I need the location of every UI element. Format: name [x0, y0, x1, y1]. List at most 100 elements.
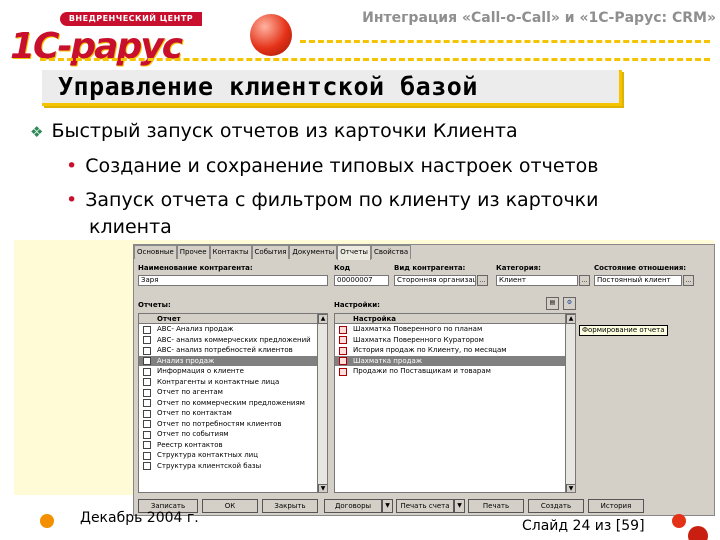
save-setting-icon[interactable]: ▤ — [546, 297, 559, 310]
report-icon — [143, 378, 151, 386]
print-invoice-button[interactable]: Печать счета — [396, 499, 454, 513]
name-label: Наименование контрагента: — [138, 264, 253, 272]
report-row[interactable]: Контрагенты и контактные лица — [139, 377, 327, 388]
report-setting-icon — [339, 357, 347, 365]
status-field[interactable]: Постоянный клиент — [594, 275, 682, 286]
report-icon — [143, 430, 151, 439]
report-row-label: Структура клиентской базы — [157, 461, 262, 470]
name-field[interactable]: Заря — [138, 275, 328, 286]
report-icon — [143, 462, 151, 470]
run-report-tooltip: Формирование отчета — [579, 325, 668, 336]
tab-other[interactable]: Прочее — [176, 245, 210, 259]
report-icon — [143, 441, 151, 449]
close-button[interactable]: Закрыть — [262, 499, 318, 513]
bullet-main: ❖ Быстрый запуск отчетов из карточки Клие… — [30, 120, 518, 142]
report-row-label: Отчет по контактам — [157, 409, 232, 417]
type-label: Вид контрагента: — [394, 264, 466, 272]
run-report-icon[interactable]: ⚙ — [563, 297, 576, 310]
report-row[interactable]: Отчет по событиям — [139, 429, 327, 440]
category-label: Категория: — [496, 264, 541, 272]
setting-row[interactable]: Шахматка Поверенного Куратором — [335, 335, 575, 346]
category-select-button[interactable]: … — [579, 275, 590, 286]
report-icon — [143, 420, 151, 428]
tab-documents[interactable]: Документы — [289, 245, 338, 259]
settings-header: Настройка — [335, 314, 575, 324]
report-setting-icon — [339, 325, 347, 334]
header-divider — [300, 40, 710, 43]
report-row-label: Реестр контактов — [157, 440, 223, 449]
reports-scrollbar[interactable]: ▲ ▼ — [317, 314, 327, 492]
report-row[interactable]: Реестр контактов — [139, 440, 327, 451]
print-invoice-dropdown-icon[interactable]: ▼ — [454, 499, 465, 513]
setting-row-label: Продажи по Поставщикам и товарам — [353, 367, 491, 375]
settings-list[interactable]: Настройка Шахматка Поверенного по планам… — [334, 313, 576, 493]
settings-scrollbar[interactable]: ▲ ▼ — [565, 314, 575, 492]
tab-reports[interactable]: Отчеты — [337, 245, 371, 260]
setting-row[interactable]: История продаж по Клиенту, по месяцам — [335, 345, 575, 356]
report-row[interactable]: ABC- Анализ продаж — [139, 324, 327, 335]
report-row-label: Анализ продаж — [157, 356, 215, 365]
report-row[interactable]: ABC- анализ коммерческих предложений — [139, 335, 327, 346]
report-icon — [143, 346, 151, 355]
report-row-label: ABC- анализ потребностей клиентов — [157, 346, 293, 354]
contracts-button[interactable]: Договоры — [324, 499, 382, 513]
sub-bullet-2-text: Запуск отчета с фильтром по клиенту из к… — [85, 189, 599, 211]
code-label: Код — [334, 264, 351, 272]
reports-header: Отчет — [139, 314, 327, 324]
type-select-button[interactable]: … — [477, 275, 488, 286]
reports-list[interactable]: Отчет ABC- Анализ продаж ABC- анализ комм… — [138, 313, 328, 493]
sub-bullet-2-continued: клиента — [89, 216, 172, 238]
report-icon — [143, 409, 151, 418]
setting-row[interactable]: Шахматка Поверенного по планам — [335, 324, 575, 335]
contracts-dropdown-icon[interactable]: ▼ — [382, 499, 393, 513]
report-row[interactable]: ABC- анализ потребностей клиентов — [139, 345, 327, 356]
category-field[interactable]: Клиент — [496, 275, 578, 286]
footer-date: Декабрь 2004 г. — [80, 510, 199, 526]
tab-properties[interactable]: Свойства — [370, 245, 412, 259]
footer-dot-icon — [672, 514, 686, 528]
report-row-label: Информация о клиенте — [157, 367, 244, 375]
report-row[interactable]: Структура клиентской базы — [139, 461, 327, 472]
setting-row[interactable]: Продажи по Поставщикам и товарам — [335, 366, 575, 377]
scroll-down-icon[interactable]: ▼ — [318, 484, 327, 492]
scroll-down-icon[interactable]: ▼ — [566, 484, 575, 492]
create-button[interactable]: Создать — [528, 499, 584, 513]
settings-label: Настройки: — [334, 301, 380, 309]
tab-contacts[interactable]: Контакты — [209, 245, 252, 259]
report-icon — [143, 357, 151, 365]
report-row-label: ABC- анализ коммерческих предложений — [157, 335, 311, 344]
print-button[interactable]: Печать — [468, 499, 524, 513]
sub-bullet-1: • Создание и сохранение типовых настроек … — [66, 155, 598, 177]
report-row[interactable]: Информация о клиенте — [139, 366, 327, 377]
scroll-up-icon[interactable]: ▲ — [566, 314, 575, 324]
ok-button[interactable]: ОК — [202, 499, 258, 513]
report-row[interactable]: Отчет по коммерческим предложениям — [139, 398, 327, 409]
report-icon — [143, 325, 151, 334]
tab-bar: Основные Прочее Контакты События Докумен… — [134, 245, 412, 260]
history-button[interactable]: История — [588, 499, 644, 513]
reports-rows: ABC- Анализ продаж ABC- анализ коммерческ… — [139, 324, 327, 471]
report-row-label: Структура контактных лиц — [157, 451, 258, 459]
report-row[interactable]: Структура контактных лиц — [139, 450, 327, 461]
dot-bullet-icon: • — [66, 189, 78, 211]
status-label: Состояние отношения: — [594, 264, 687, 272]
code-field[interactable]: 00000007 — [334, 275, 389, 286]
report-row[interactable]: Анализ продаж — [139, 355, 327, 366]
report-icon — [143, 399, 151, 407]
status-select-button[interactable]: … — [683, 275, 694, 286]
report-icon — [143, 336, 151, 344]
report-row[interactable]: Отчет по контактам — [139, 408, 327, 419]
slide-heading: Управление клиентской базой — [58, 72, 478, 101]
settings-rows: Шахматка Поверенного по планам Шахматка П… — [335, 324, 575, 377]
report-row-label: ABC- Анализ продаж — [157, 325, 234, 333]
tab-basic[interactable]: Основные — [134, 245, 177, 259]
client-card-window: Основные Прочее Контакты События Докумен… — [133, 244, 715, 516]
report-row-label: Отчет по агентам — [157, 388, 223, 396]
setting-row[interactable]: Шахматка продаж — [335, 355, 575, 366]
scroll-up-icon[interactable]: ▲ — [318, 314, 327, 324]
type-field[interactable]: Сторонняя организация — [394, 275, 476, 286]
report-row[interactable]: Отчет по потребностям клиентов — [139, 419, 327, 430]
tab-events[interactable]: События — [251, 245, 290, 259]
report-setting-icon — [339, 367, 347, 376]
report-row[interactable]: Отчет по агентам — [139, 387, 327, 398]
